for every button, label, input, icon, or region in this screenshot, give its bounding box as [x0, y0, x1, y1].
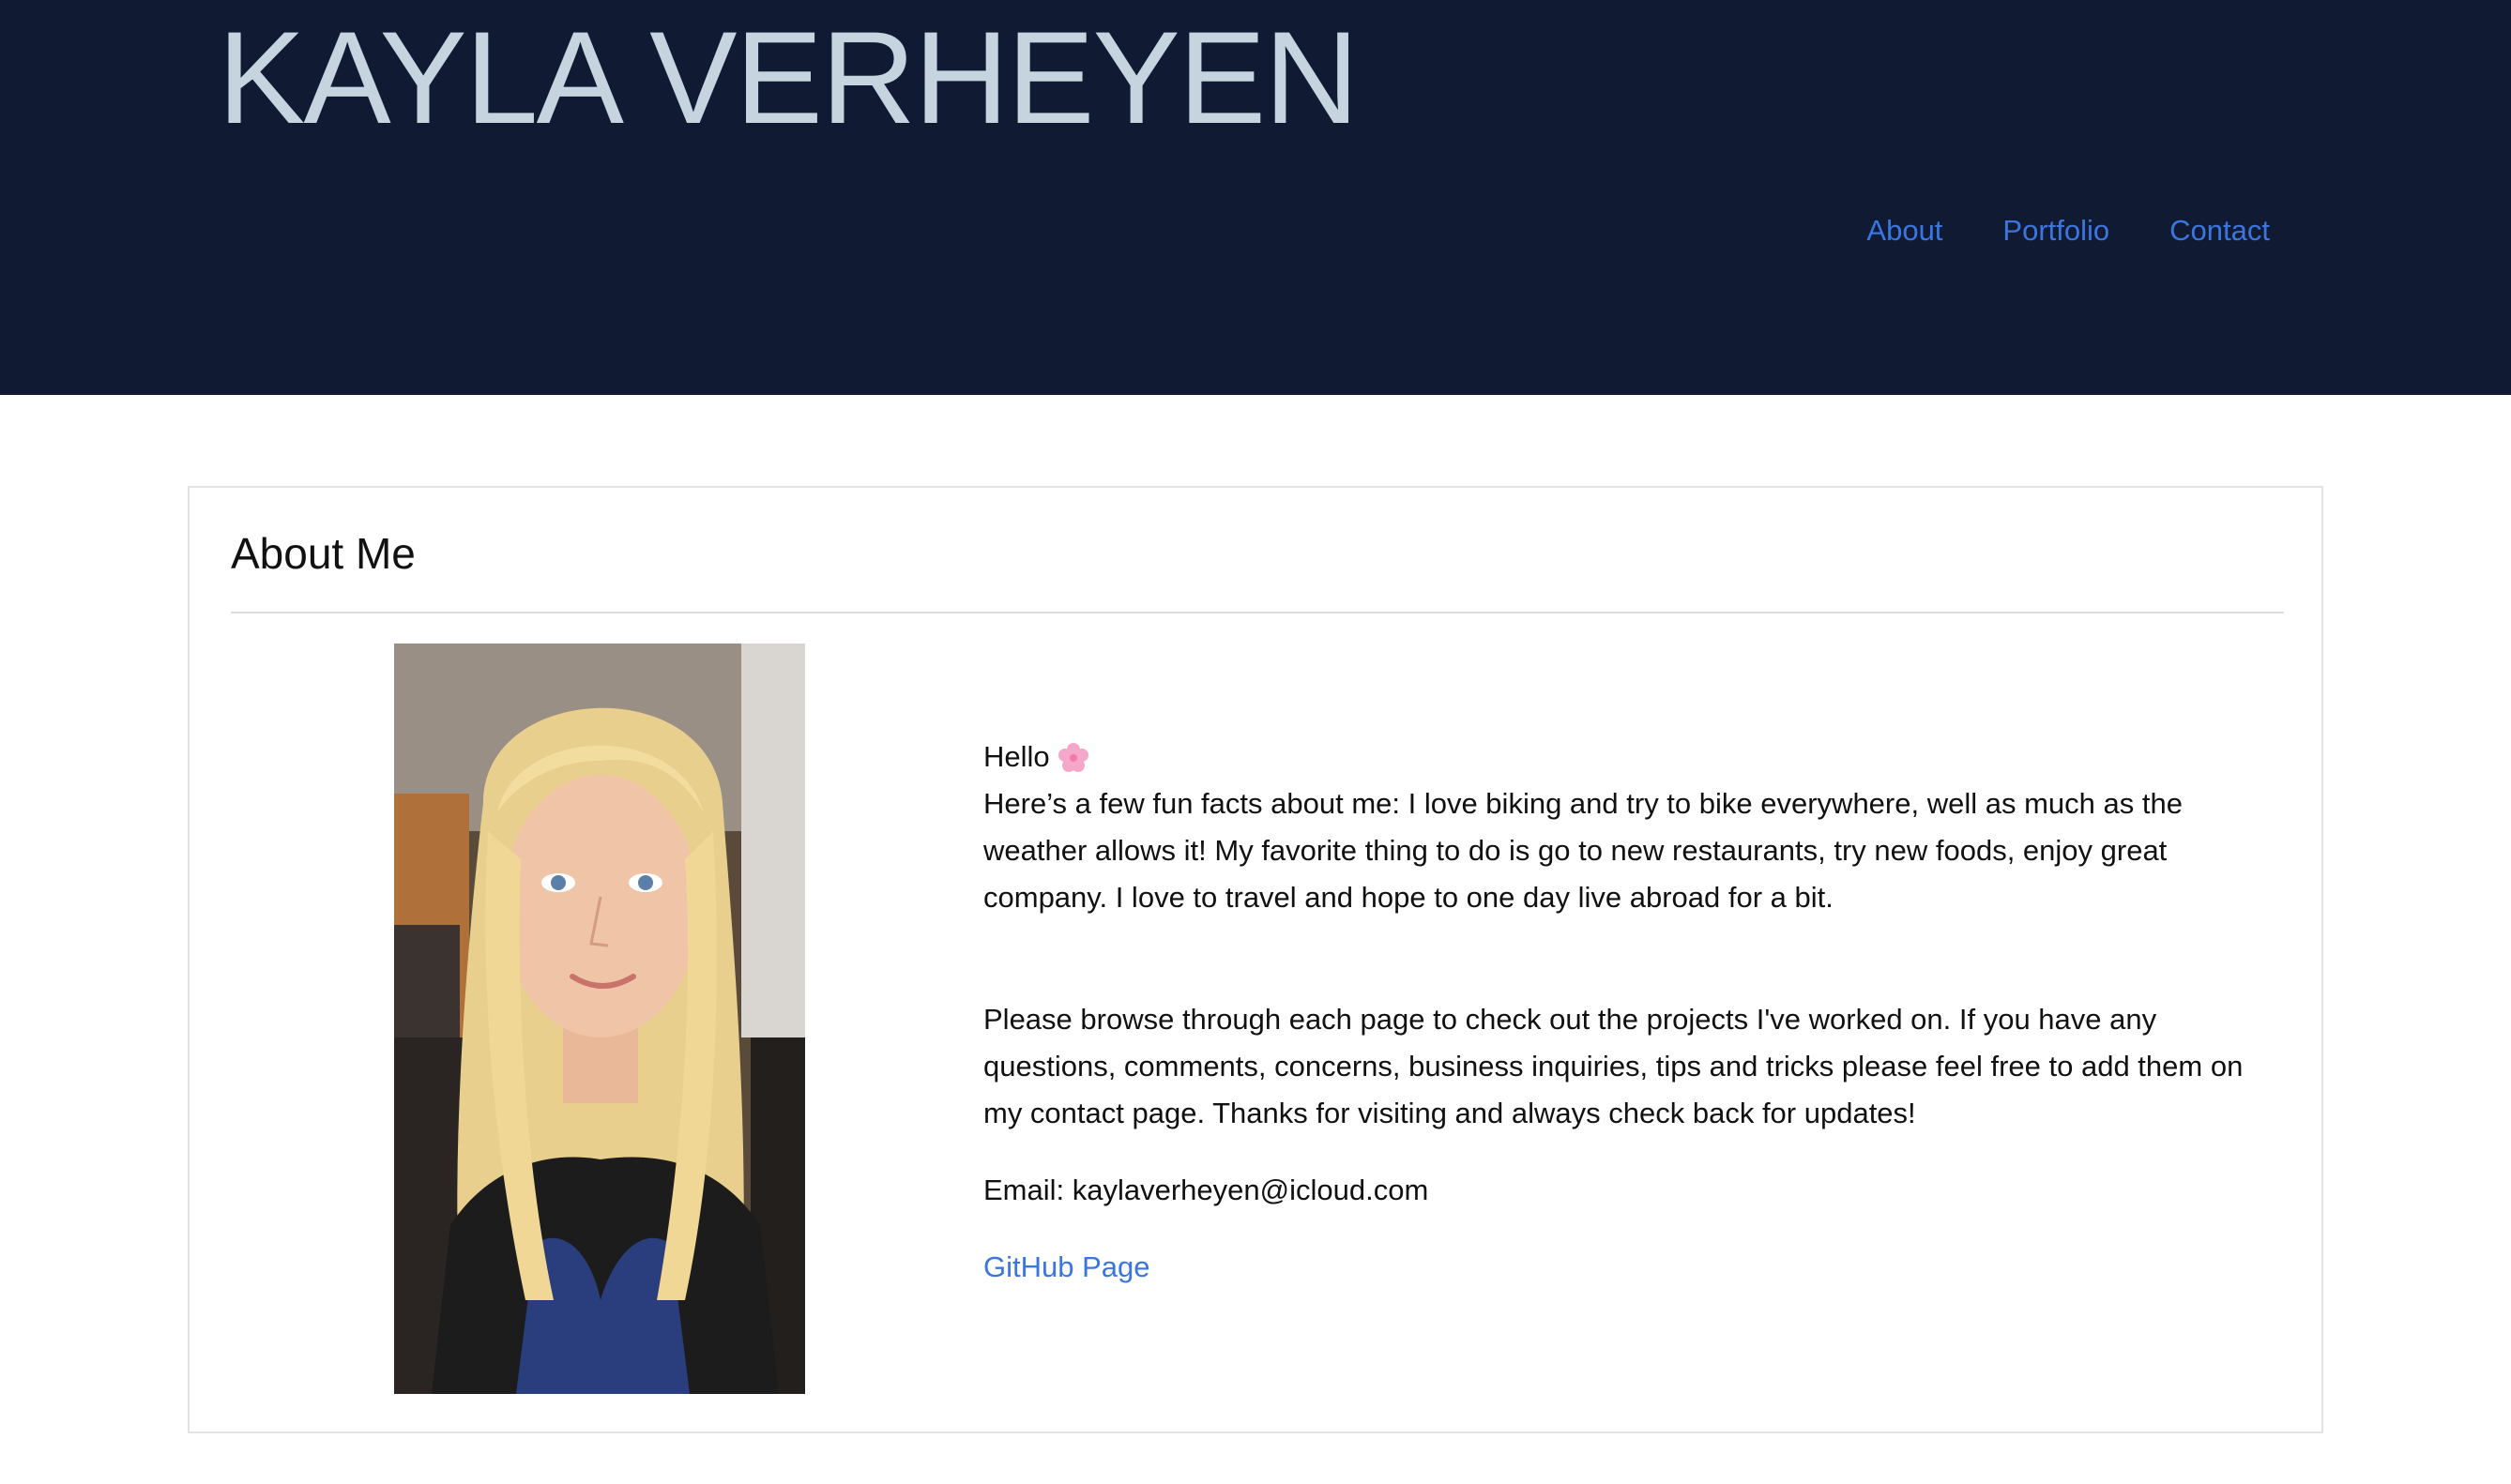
- about-card: About Me Hello Here’s a few fun facts ab…: [188, 486, 2323, 1433]
- profile-photo: [394, 644, 805, 1394]
- hello-line: Hello: [983, 734, 2288, 780]
- site-header: KAYLA VERHEYEN About Portfolio Contact: [0, 0, 2511, 395]
- about-content: Hello Here’s a few fun facts about me: I…: [983, 734, 2288, 1291]
- github-page-link[interactable]: GitHub Page: [983, 1244, 1150, 1291]
- cherry-blossom-icon: [1058, 741, 1089, 773]
- nav-about-link[interactable]: About: [1866, 214, 1942, 248]
- title-divider: [231, 612, 2284, 613]
- browse-paragraph: Please browse through each page to check…: [983, 1003, 2244, 1129]
- nav-contact-link[interactable]: Contact: [2169, 214, 2270, 248]
- fun-facts-paragraph: Here’s a few fun facts about me: I love …: [983, 787, 2183, 914]
- hello-text: Hello: [983, 740, 1050, 773]
- nav-portfolio-link[interactable]: Portfolio: [2002, 214, 2109, 248]
- main-nav: About Portfolio Contact: [1866, 214, 2270, 248]
- email-text: Email: kaylaverheyen@icloud.com: [983, 1174, 1429, 1206]
- site-title: KAYLA VERHEYEN: [218, 4, 1359, 151]
- about-title: About Me: [231, 529, 416, 578]
